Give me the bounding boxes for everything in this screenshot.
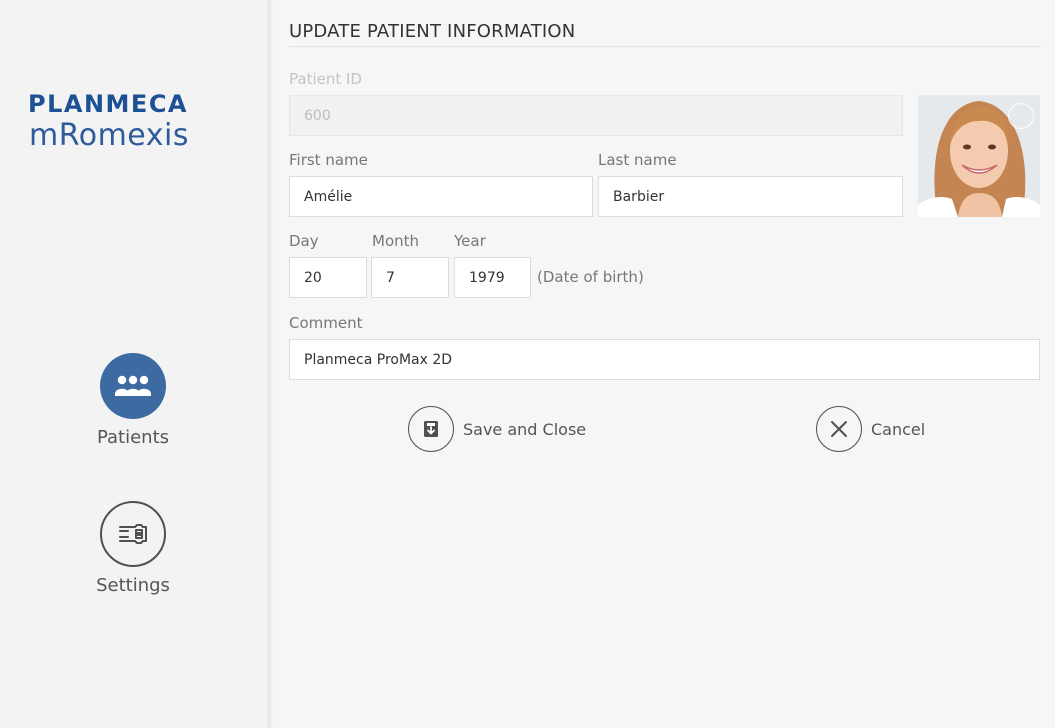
cancel-button[interactable]: Cancel	[816, 406, 925, 452]
day-field[interactable]	[289, 257, 367, 298]
first-name-field[interactable]	[289, 176, 593, 217]
day-label: Day	[289, 232, 319, 250]
month-field[interactable]	[371, 257, 449, 298]
year-field[interactable]	[454, 257, 531, 298]
page-title: UPDATE PATIENT INFORMATION	[289, 21, 576, 42]
year-label: Year	[454, 232, 486, 250]
patients-icon	[100, 353, 166, 419]
comment-field[interactable]	[289, 339, 1040, 380]
comment-label: Comment	[289, 314, 363, 332]
close-icon	[816, 406, 862, 452]
brand-logo-planmeca: PLANMECA	[28, 90, 189, 118]
nav-patients-button[interactable]: Patients	[66, 353, 200, 448]
last-name-label: Last name	[598, 151, 677, 169]
patient-photo[interactable]	[918, 95, 1040, 217]
sidebar: PLANMECA mRomexis Patients Settings	[0, 0, 268, 728]
last-name-field[interactable]	[598, 176, 903, 217]
save-and-close-button[interactable]: Save and Close	[408, 406, 586, 452]
patient-id-field	[289, 95, 903, 136]
title-divider	[289, 46, 1041, 47]
edit-photo-icon[interactable]	[1008, 103, 1034, 129]
cancel-label: Cancel	[871, 419, 926, 439]
month-label: Month	[372, 232, 420, 250]
nav-patients-label: Patients	[96, 427, 170, 448]
patient-id-label: Patient ID	[289, 70, 362, 88]
nav-settings-button[interactable]: Settings	[66, 501, 200, 596]
settings-icon	[100, 501, 166, 567]
date-of-birth-note: (Date of birth)	[537, 268, 644, 286]
save-icon	[408, 406, 454, 452]
brand-logo-mromexis: mRomexis	[29, 118, 189, 153]
nav-settings-label: Settings	[96, 575, 170, 596]
first-name-label: First name	[289, 151, 368, 169]
save-and-close-label: Save and Close	[463, 419, 587, 439]
